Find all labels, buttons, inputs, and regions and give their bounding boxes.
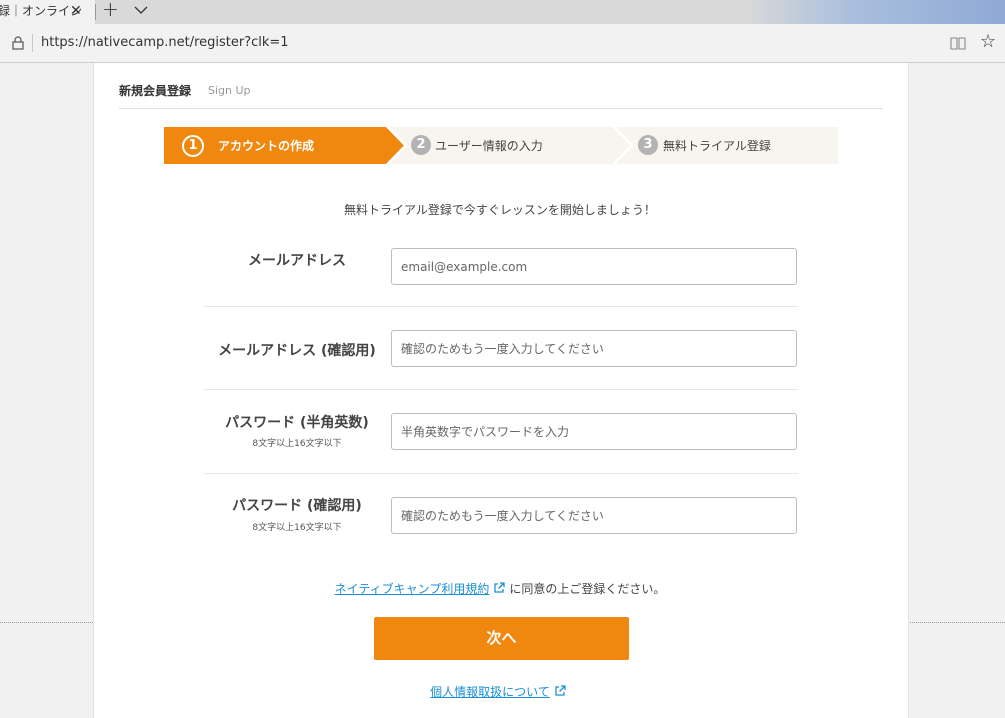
external-link-icon [494, 582, 505, 593]
address-separator [32, 34, 33, 52]
step-number: 3 [638, 135, 658, 155]
reading-view-icon[interactable] [950, 36, 966, 50]
dotted-line-right [907, 622, 1005, 623]
password-input[interactable] [391, 413, 797, 450]
step-label: ユーザー情報の入力 [435, 139, 543, 153]
external-link-icon [555, 685, 566, 696]
page-header: 新規会員登録 Sign Up [119, 80, 883, 109]
password-confirm-hint: 8文字以上16文字以下 [252, 523, 342, 533]
close-tab-icon[interactable]: ✕ [70, 0, 82, 22]
password-confirm-input[interactable] [391, 497, 797, 534]
password-hint: 8文字以上16文字以下 [252, 439, 342, 449]
progress-steps: 1 アカウントの作成 2 ユーザー情報の入力 3 無料トライアル登録 [164, 127, 838, 164]
page-subtitle: Sign Up [208, 84, 251, 97]
tab-separator [95, 4, 96, 20]
privacy-notice: 個人情報取扱について [94, 683, 906, 700]
step-number: 2 [411, 135, 431, 155]
email-confirm-label: メールアドレス (確認用) [218, 343, 376, 359]
step-label: アカウントの作成 [218, 139, 315, 153]
chevron-down-icon[interactable] [134, 3, 148, 17]
next-button[interactable]: 次へ [374, 617, 629, 660]
step-label: 無料トライアル登録 [663, 139, 771, 153]
tab-strip: 録｜オンライン ✕ + [0, 0, 1005, 24]
email-row: メールアドレス [204, 239, 798, 307]
browser-tab[interactable]: 録｜オンライン ✕ [0, 0, 95, 24]
password-row: パスワード (半角英数) 8文字以上16文字以下 [204, 390, 798, 474]
new-tab-icon[interactable]: + [102, 0, 119, 21]
step-create-account: 1 アカウントの作成 [164, 127, 404, 164]
step-free-trial: 3 無料トライアル登録 [612, 127, 838, 164]
password-confirm-label: パスワード (確認用) [232, 498, 362, 514]
email-confirm-input[interactable] [391, 330, 797, 367]
favorite-star-icon[interactable]: ☆ [980, 31, 996, 52]
lock-icon [12, 36, 24, 50]
step-number: 1 [182, 135, 204, 157]
email-input[interactable] [391, 248, 797, 285]
terms-notice: ネイティブキャンプ利用規約 に同意の上ご登録ください。 [94, 580, 906, 597]
terms-text: に同意の上ご登録ください。 [509, 582, 666, 596]
step-user-info: 2 ユーザー情報の入力 [386, 127, 631, 164]
page-viewport: 新規会員登録 Sign Up 1 アカウントの作成 2 ユーザー情報の入力 3 … [0, 63, 1005, 718]
terms-link[interactable]: ネイティブキャンプ利用規約 [335, 582, 490, 596]
password-label: パスワード (半角英数) [225, 415, 369, 431]
password-confirm-row: パスワード (確認用) 8文字以上16文字以下 [204, 474, 798, 564]
address-bar: https://nativecamp.net/register?clk=1 ☆ [0, 24, 1005, 63]
email-confirm-row: メールアドレス (確認用) [204, 307, 798, 390]
page-title: 新規会員登録 [119, 84, 192, 98]
privacy-link[interactable]: 個人情報取扱について [430, 685, 550, 699]
url-field[interactable]: https://nativecamp.net/register?clk=1 [41, 35, 289, 50]
dotted-line-left [0, 622, 93, 623]
registration-card: 新規会員登録 Sign Up 1 アカウントの作成 2 ユーザー情報の入力 3 … [93, 63, 909, 718]
intro-text: 無料トライアル登録で今すぐレッスンを開始しましょう！ [344, 203, 656, 217]
email-label: メールアドレス [248, 253, 346, 269]
